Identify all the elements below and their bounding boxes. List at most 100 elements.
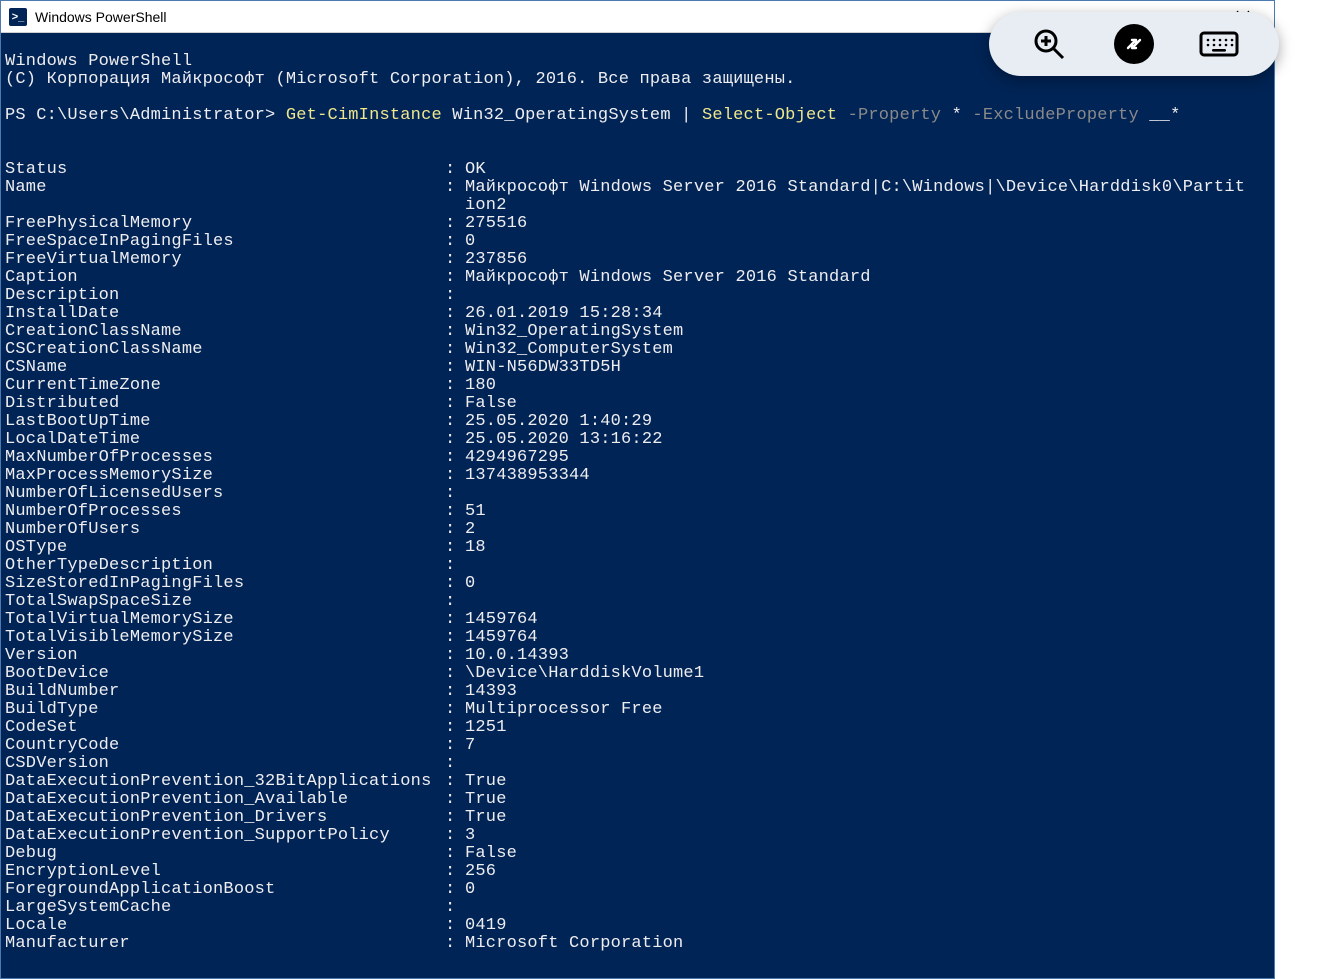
- property-row: NumberOfProcesses: 51: [5, 503, 1270, 521]
- property-separator: :: [445, 593, 465, 611]
- property-separator: :: [445, 449, 465, 467]
- property-separator: :: [445, 719, 465, 737]
- property-key: CSDVersion: [5, 755, 445, 773]
- property-row: CreationClassName: Win32_OperatingSystem: [5, 323, 1270, 341]
- property-row: NumberOfUsers: 2: [5, 521, 1270, 539]
- property-key: FreePhysicalMemory: [5, 215, 445, 233]
- property-row: BootDevice: \Device\HarddiskVolume1: [5, 665, 1270, 683]
- property-separator: :: [445, 899, 465, 917]
- property-separator: :: [445, 377, 465, 395]
- window-title: Windows PowerShell: [35, 9, 167, 25]
- property-separator: :: [445, 287, 465, 305]
- property-separator: :: [445, 755, 465, 773]
- property-separator: :: [445, 161, 465, 179]
- property-separator: :: [445, 917, 465, 935]
- property-row: DataExecutionPrevention_Available: True: [5, 791, 1270, 809]
- property-row: Manufacturer: Microsoft Corporation: [5, 935, 1270, 953]
- property-key: Manufacturer: [5, 935, 445, 953]
- header-line-1: Windows PowerShell: [5, 52, 192, 71]
- cmdlet-1: Get-CimInstance: [286, 106, 452, 125]
- property-separator: :: [445, 323, 465, 341]
- cmd-flag-1: -Property: [848, 106, 952, 125]
- property-value: 0419: [465, 917, 507, 935]
- property-value: 4294967295: [465, 449, 569, 467]
- property-row: Debug: False: [5, 845, 1270, 863]
- terminal-output[interactable]: Windows PowerShell (C) Корпорация Майкро…: [1, 33, 1274, 978]
- property-value: Microsoft Corporation: [465, 935, 683, 953]
- property-separator: :: [445, 701, 465, 719]
- property-row: CSCreationClassName: Win32_ComputerSyste…: [5, 341, 1270, 359]
- property-key: Version: [5, 647, 445, 665]
- property-value: 0: [465, 575, 475, 593]
- property-value: OK: [465, 161, 486, 179]
- property-value: 51: [465, 503, 486, 521]
- property-row: Version: 10.0.14393: [5, 647, 1270, 665]
- reconnect-button[interactable]: [1112, 22, 1156, 66]
- property-key: CreationClassName: [5, 323, 445, 341]
- property-value: 18: [465, 539, 486, 557]
- swap-arrows-icon: [1122, 32, 1146, 56]
- property-key: FreeSpaceInPagingFiles: [5, 233, 445, 251]
- property-key: Caption: [5, 269, 445, 287]
- property-separator: :: [445, 539, 465, 557]
- remote-session-toolbar: [989, 12, 1279, 76]
- property-key: BuildNumber: [5, 683, 445, 701]
- property-value: 2: [465, 521, 475, 539]
- zoom-in-icon: [1031, 26, 1067, 62]
- property-key: Name: [5, 179, 445, 197]
- property-row: TotalSwapSpaceSize:: [5, 593, 1270, 611]
- property-key: CodeSet: [5, 719, 445, 737]
- property-value: False: [465, 395, 517, 413]
- property-value: 7: [465, 737, 475, 755]
- property-value: 180: [465, 377, 496, 395]
- property-separator: :: [445, 863, 465, 881]
- property-key: TotalVisibleMemorySize: [5, 629, 445, 647]
- keyboard-button[interactable]: [1197, 22, 1241, 66]
- property-separator: :: [445, 413, 465, 431]
- property-separator: :: [445, 269, 465, 287]
- property-value: 1251: [465, 719, 507, 737]
- property-value: Win32_ComputerSystem: [465, 341, 673, 359]
- zoom-button[interactable]: [1027, 22, 1071, 66]
- property-row: BuildType: Multiprocessor Free: [5, 701, 1270, 719]
- powershell-icon: >_: [9, 8, 27, 26]
- property-separator: :: [445, 395, 465, 413]
- property-separator: :: [445, 791, 465, 809]
- property-separator: :: [445, 629, 465, 647]
- property-value: True: [465, 773, 507, 791]
- cmd-rest: __*: [1149, 106, 1180, 125]
- property-separator: :: [445, 485, 465, 503]
- property-value: 275516: [465, 215, 527, 233]
- property-key: BuildType: [5, 701, 445, 719]
- property-value: 0: [465, 881, 475, 899]
- property-value: 137438953344: [465, 467, 590, 485]
- property-separator: :: [445, 467, 465, 485]
- property-key: DataExecutionPrevention_32BitApplication…: [5, 773, 445, 791]
- property-key: CSName: [5, 359, 445, 377]
- property-key: Debug: [5, 845, 445, 863]
- property-separator: :: [445, 251, 465, 269]
- property-row: Distributed: False: [5, 395, 1270, 413]
- property-key: OSType: [5, 539, 445, 557]
- property-row: Locale: 0419: [5, 917, 1270, 935]
- property-key: DataExecutionPrevention_Drivers: [5, 809, 445, 827]
- property-separator: :: [445, 827, 465, 845]
- property-key: MaxProcessMemorySize: [5, 467, 445, 485]
- property-value: WIN-N56DW33TD5H: [465, 359, 621, 377]
- property-value-wrap: ion2: [5, 197, 1270, 215]
- property-value: 256: [465, 863, 496, 881]
- property-key: NumberOfProcesses: [5, 503, 445, 521]
- powershell-window: >_ Windows PowerShell Windows PowerShell…: [0, 0, 1275, 979]
- property-separator: :: [445, 935, 465, 953]
- property-value: Майкрософт Windows Server 2016 Standard: [465, 269, 871, 287]
- cmd-pipe: |: [681, 106, 702, 125]
- property-value: Multiprocessor Free: [465, 701, 663, 719]
- property-row: Status: OK: [5, 161, 1270, 179]
- property-value: Win32_OperatingSystem: [465, 323, 683, 341]
- property-row: MaxNumberOfProcesses: 4294967295: [5, 449, 1270, 467]
- property-separator: :: [445, 809, 465, 827]
- property-key: TotalVirtualMemorySize: [5, 611, 445, 629]
- keyboard-icon: [1199, 29, 1239, 59]
- property-row: TotalVirtualMemorySize: 1459764: [5, 611, 1270, 629]
- property-key: MaxNumberOfProcesses: [5, 449, 445, 467]
